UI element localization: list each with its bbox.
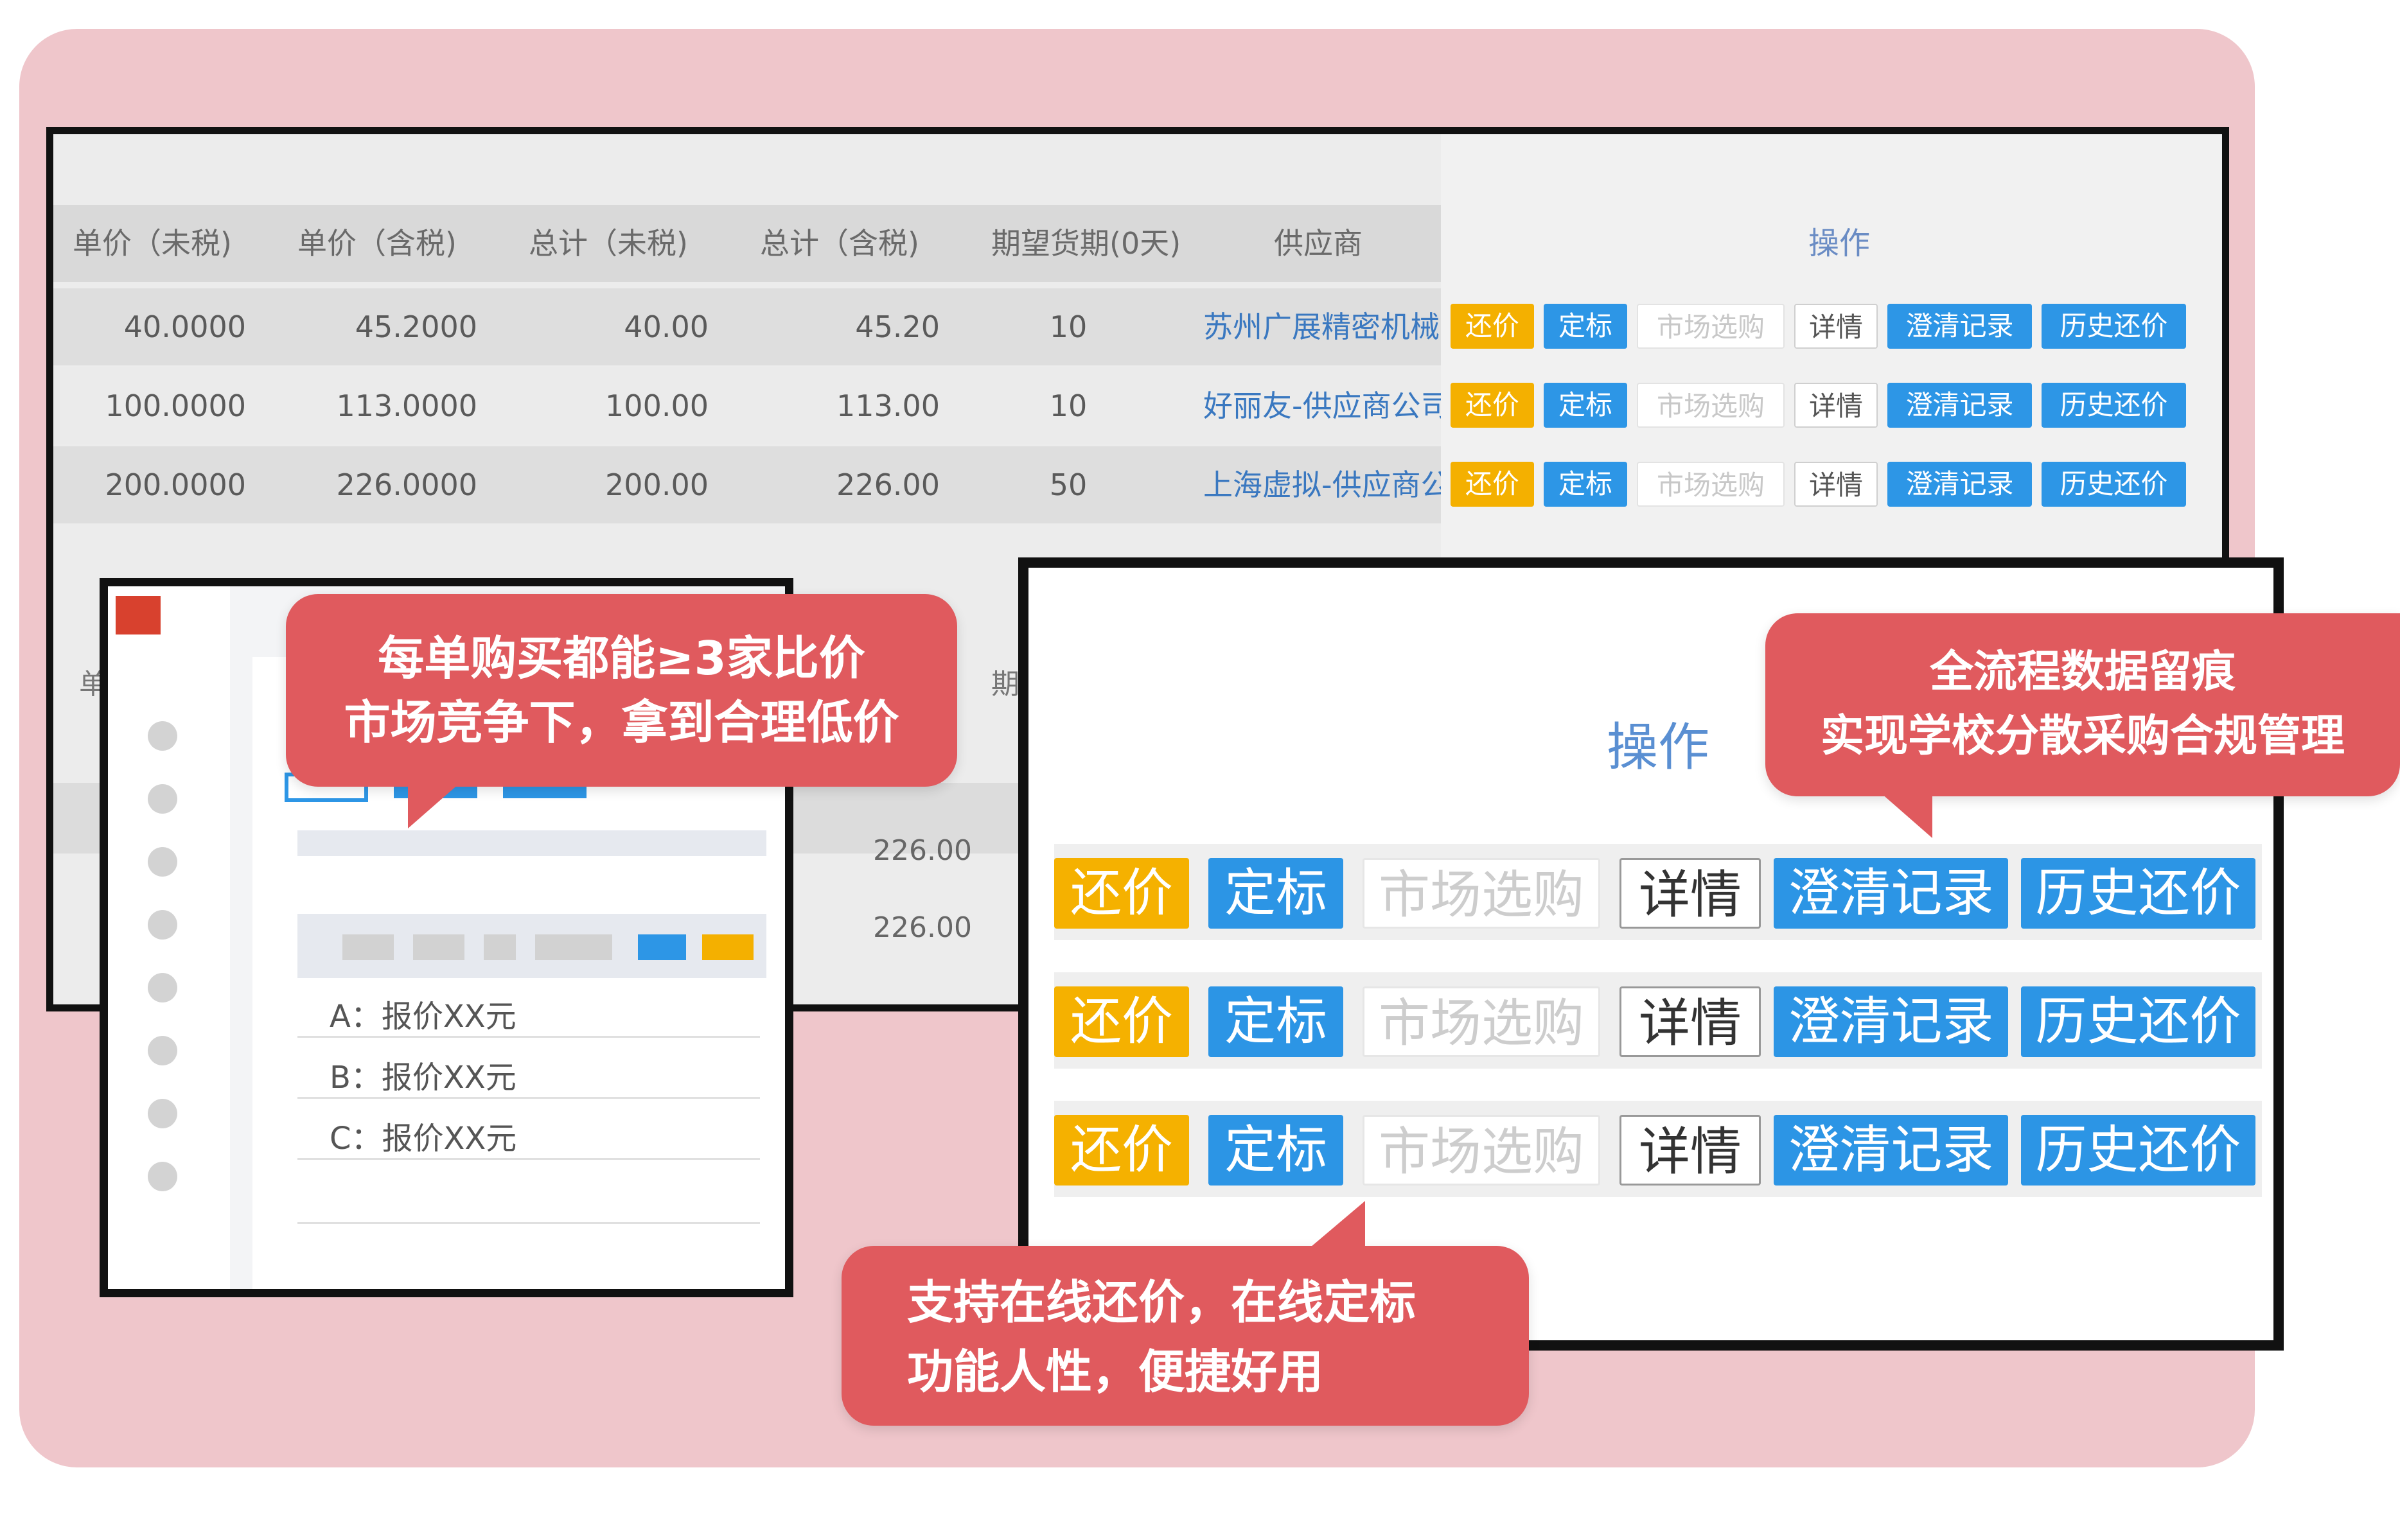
callout-price-compare: 每单购买都能≥3家比价 市场竞争下，拿到合理低价 [286,594,957,828]
sidebar-item-icon[interactable] [148,784,177,814]
cell-days: 10 [1049,389,1088,423]
supplier-link[interactable]: 好丽友-供应商公司 [1203,367,1441,444]
award-button[interactable]: 定标 [1544,304,1627,349]
market-buy-button[interactable]: 市场选购 [1637,462,1785,507]
award-button[interactable]: 定标 [1208,986,1343,1057]
callout-line: 支持在线还价，在线定标 [907,1275,1416,1329]
market-buy-button[interactable]: 市场选购 [1363,1115,1600,1186]
counter-offer-button[interactable]: 还价 [1451,462,1534,507]
clarify-record-button[interactable]: 澄清记录 [1774,1115,2008,1186]
award-button[interactable]: 定标 [1208,858,1343,929]
app-logo [116,596,161,634]
clarify-record-button[interactable]: 澄清记录 [1774,986,2008,1057]
details-button[interactable]: 详情 [1619,1115,1761,1186]
counter-offer-button[interactable]: 还价 [1451,383,1534,428]
sidebar-item-icon[interactable] [148,1099,177,1128]
callout-line: 全流程数据留痕 [1929,647,2236,697]
col-total-excl-tax: 总计（未税) [529,226,688,261]
cell-unit-incl: 45.2000 [355,310,477,344]
cell-unit-excl: 40.0000 [123,310,246,344]
cell-total-excl: 200.00 [605,468,709,502]
award-button[interactable]: 定标 [1544,383,1627,428]
callout-online-operations: 支持在线还价，在线定标 功能人性，便捷好用 [842,1201,1529,1426]
callout-line: 市场竞争下，拿到合理低价 [344,696,899,749]
operations-row: 还价 定标 市场选购 详情 澄清记录 历史还价 [1054,972,2262,1069]
cell-unit-incl: 226.0000 [336,468,478,502]
cell-total-excl: 40.00 [624,310,709,344]
col-expected-delivery: 期望货期(0天) [991,226,1181,261]
sidebar [108,586,230,1289]
table-row: 100.0000 113.0000 100.00 113.00 10 好丽友-供… [53,367,2222,444]
counter-offer-button[interactable]: 还价 [1054,986,1189,1057]
col-unit-price-incl-tax: 单价（含税) [297,226,457,261]
col-supplier: 供应商 [1274,226,1363,261]
callout-data-trace: 全流程数据留痕 实现学校分散采购合规管理 [1765,613,2400,838]
details-button[interactable]: 详情 [1794,383,1878,428]
blue-action[interactable] [638,934,686,960]
operations-title: 操作 [1607,717,1709,777]
cell-unit-incl: 113.0000 [336,389,478,423]
sidebar-item-icon[interactable] [148,973,177,1002]
sidebar-item-icon[interactable] [148,1036,177,1065]
quote-option-b: B：报价XX元 [330,1060,516,1096]
col-operations: 操作 [1808,225,1870,261]
table-row: 40.0000 45.2000 40.00 45.20 10 苏州广展精密机械 … [53,288,2222,365]
cell-total-incl: 226.00 [836,468,940,502]
cell-total-excl: 100.00 [605,389,709,423]
col-total-incl-tax: 总计（含税) [760,226,919,261]
callout-line: 功能人性，便捷好用 [907,1345,1324,1399]
supplier-link[interactable]: 上海虚拟-供应商公司 [1203,446,1441,523]
market-buy-button[interactable]: 市场选购 [1363,986,1600,1057]
cell-days: 10 [1049,310,1088,344]
award-button[interactable]: 定标 [1208,1115,1343,1186]
market-buy-button[interactable]: 市场选购 [1637,383,1785,428]
sidebar-item-icon[interactable] [148,847,177,877]
cell-unit-excl: 200.0000 [105,468,247,502]
history-counter-button[interactable]: 历史还价 [2042,383,2186,428]
clarify-record-button[interactable]: 澄清记录 [1774,858,2008,929]
orange-action[interactable] [702,934,754,960]
filter-bar [297,830,766,856]
cell-days: 50 [1049,468,1088,502]
clarify-record-button[interactable]: 澄清记录 [1887,304,2032,349]
counter-offer-button[interactable]: 还价 [1451,304,1534,349]
counter-offer-button[interactable]: 还价 [1054,858,1189,929]
history-counter-button[interactable]: 历史还价 [2021,1115,2255,1186]
cell-unit-excl: 100.0000 [105,389,247,423]
details-button[interactable]: 详情 [1619,986,1761,1057]
cell-total-incl: 226.00 [873,911,972,944]
history-counter-button[interactable]: 历史还价 [2042,304,2186,349]
supplier-link[interactable]: 苏州广展精密机械 [1203,288,1441,365]
history-counter-button[interactable]: 历史还价 [2042,462,2186,507]
details-button[interactable]: 详情 [1794,304,1878,349]
callout-line: 每单购买都能≥3家比价 [378,631,865,685]
clarify-record-button[interactable]: 澄清记录 [1887,462,2032,507]
sidebar-item-icon[interactable] [148,1162,177,1191]
cell-total-incl: 45.20 [855,310,940,344]
history-counter-button[interactable]: 历史还价 [2021,858,2255,929]
market-buy-button[interactable]: 市场选购 [1363,858,1600,929]
callout-line: 实现学校分散采购合规管理 [1820,711,2345,762]
operations-row: 还价 定标 市场选购 详情 澄清记录 历史还价 [1054,1101,2262,1197]
partial-header: 期 [991,668,1019,701]
table-row: 200.0000 226.0000 200.00 226.00 50 上海虚拟-… [53,446,2222,523]
market-buy-button[interactable]: 市场选购 [1637,304,1785,349]
quote-option-c: C：报价XX元 [330,1121,517,1157]
history-counter-button[interactable]: 历史还价 [2021,986,2255,1057]
details-button[interactable]: 详情 [1619,858,1761,929]
sidebar-item-icon[interactable] [148,721,177,751]
cell-total-incl: 113.00 [836,389,940,423]
operations-row: 还价 定标 市场选购 详情 澄清记录 历史还价 [1054,844,2262,940]
counter-offer-button[interactable]: 还价 [1054,1115,1189,1186]
sidebar-item-icon[interactable] [148,910,177,940]
clarify-record-button[interactable]: 澄清记录 [1887,383,2032,428]
quote-option-a: A：报价XX元 [330,999,516,1035]
details-button[interactable]: 详情 [1794,462,1878,507]
award-button[interactable]: 定标 [1544,462,1627,507]
cell-total-incl: 226.00 [873,834,972,867]
col-unit-price-excl-tax: 单价（未税) [73,226,232,261]
